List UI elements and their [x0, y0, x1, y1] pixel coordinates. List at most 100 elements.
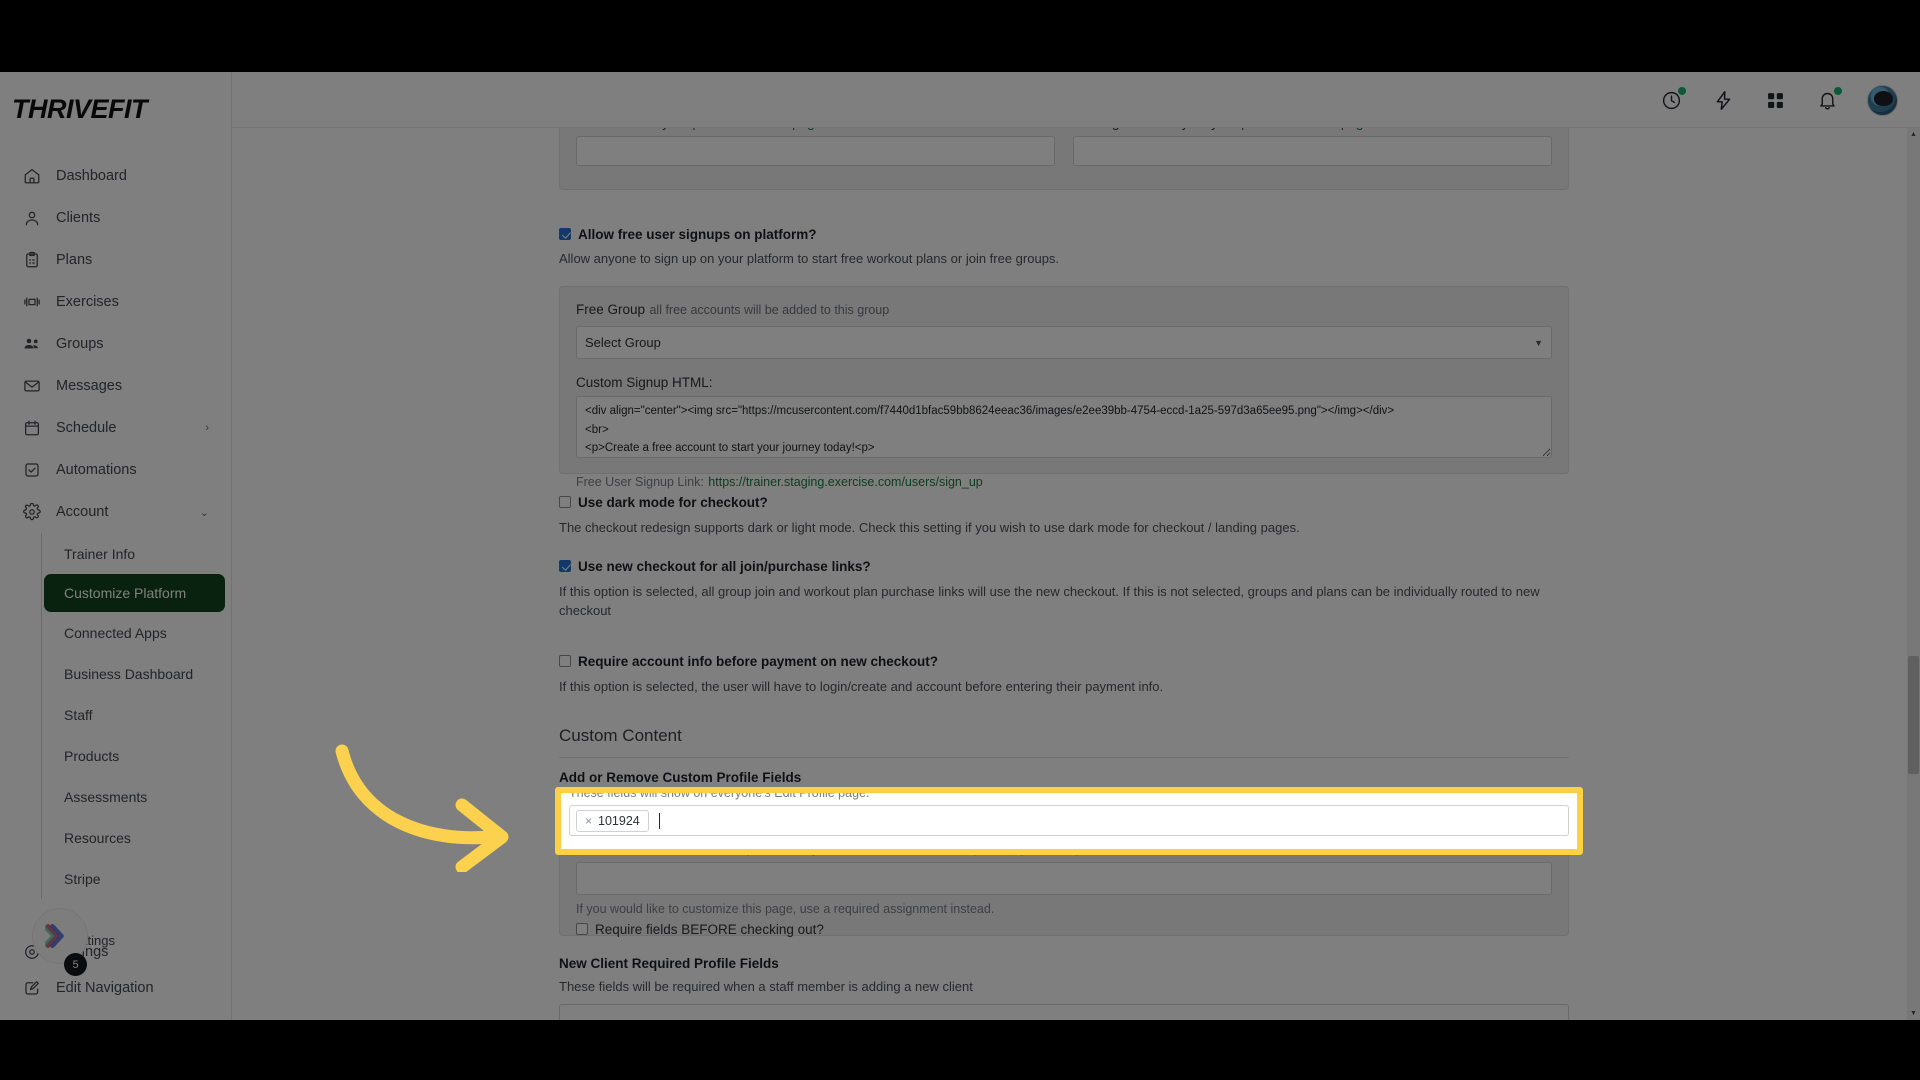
free-group-select[interactable]: [576, 326, 1552, 359]
free-group-sublabel: all free accounts will be added to this …: [649, 303, 890, 317]
require-account-block: Require account info before payment on n…: [559, 654, 1569, 697]
sidebar-item-label: Plans: [56, 252, 93, 268]
primary-nav: Dashboard Clients Plans Exercises Groups: [0, 155, 231, 899]
remove-tag-icon[interactable]: ×: [585, 814, 592, 828]
free-signup-link-url[interactable]: https://trainer.staging.exercise.com/use…: [708, 475, 982, 489]
sidebar-subitem-products[interactable]: Products: [42, 735, 231, 776]
sidebar-subitem-staff[interactable]: Staff: [42, 694, 231, 735]
add-tags-input[interactable]: [1073, 136, 1552, 166]
brand-logo[interactable]: THRIVEFIT: [0, 72, 231, 125]
free-signup-link-row: Free User Signup Link: https://trainer.s…: [576, 473, 1552, 491]
top-bar-actions: [1659, 72, 1898, 128]
sidebar-item-edit-navigation[interactable]: Edit Navigation: [0, 970, 231, 1006]
hide-filters-input[interactable]: [576, 136, 1055, 166]
lightning-bolt-icon[interactable]: [1711, 88, 1735, 112]
add-tags-label-pre: Add tags to filter by on your: [1073, 128, 1241, 130]
dark-mode-checkbox-row[interactable]: Use dark mode for checkout?: [559, 495, 1569, 510]
profile-field-tag-label: 101924: [598, 813, 640, 828]
new-client-input[interactable]: [559, 1003, 1569, 1020]
sidebar-subitem-resources[interactable]: Resources: [42, 817, 231, 858]
hide-filters-label: Hide filters on your public exercises pa…: [576, 128, 1055, 130]
sidebar: THRIVEFIT Dashboard Clients Plans Exerci…: [0, 72, 232, 1020]
require-account-help: If this option is selected, the user wil…: [559, 679, 1164, 695]
apps-grid-icon[interactable]: [1763, 88, 1787, 112]
sidebar-subitem-label: Staff: [64, 706, 93, 723]
sidebar-item-schedule[interactable]: Schedule ›: [0, 407, 231, 449]
new-client-fields-block: New Client Required Profile Fields These…: [559, 956, 1569, 1020]
vertical-scrollbar[interactable]: ▲ ▼: [1907, 128, 1920, 1020]
gear-icon: [22, 503, 41, 522]
require-account-checkbox[interactable]: [559, 655, 571, 667]
free-group-panel: Free Group all free accounts will be add…: [559, 286, 1569, 489]
sidebar-item-label: Messages: [56, 378, 123, 394]
dark-mode-help: The checkout redesign supports dark or l…: [559, 520, 1300, 536]
chat-unread-badge[interactable]: 5: [64, 953, 87, 976]
sidebar-subitem-label: Resources: [64, 829, 131, 846]
custom-profile-fields-tag-input[interactable]: × 101924: [569, 805, 1569, 836]
dark-mode-checkbox[interactable]: [559, 496, 571, 508]
sidebar-subitem-customize-platform[interactable]: Customize Platform: [44, 574, 225, 612]
sidebar-item-groups[interactable]: Groups: [0, 323, 231, 365]
sidebar-subitem-connected-apps[interactable]: Connected Apps: [42, 612, 231, 653]
require-before-checkout-label: Require fields BEFORE checking out?: [595, 922, 824, 937]
bell-icon[interactable]: [1815, 87, 1842, 112]
sidebar-subitem-label: Business Dashboard: [64, 665, 194, 682]
clipboard-icon: [22, 251, 41, 270]
sidebar-item-clients[interactable]: Clients: [0, 197, 231, 239]
add-tags-label-post: .: [1371, 128, 1375, 130]
free-signups-block: Allow free user signups on platform? All…: [559, 227, 1569, 269]
free-signup-link-label: Free User Signup Link:: [576, 475, 704, 489]
free-signups-checkbox[interactable]: [559, 228, 571, 240]
public-exercises-link-1[interactable]: public exercises page: [692, 128, 822, 130]
sidebar-item-account[interactable]: Account ⌄: [0, 491, 231, 533]
application-window: THRIVEFIT Dashboard Clients Plans Exerci…: [0, 72, 1920, 1020]
free-group-label: Free Group: [576, 302, 646, 317]
sidebar-item-dashboard[interactable]: Dashboard: [0, 155, 231, 197]
sidebar-item-messages[interactable]: Messages: [0, 365, 231, 407]
chevron-down-icon: ⌄: [199, 506, 209, 519]
sidebar-item-plans[interactable]: Plans: [0, 239, 231, 281]
dumbbell-icon: [22, 293, 41, 312]
sidebar-item-exercises[interactable]: Exercises: [0, 281, 231, 323]
required-fields-input[interactable]: [576, 862, 1552, 895]
free-signups-checkbox-row[interactable]: Allow free user signups on platform?: [559, 227, 1569, 242]
sidebar-item-automations[interactable]: Automations: [0, 449, 231, 491]
sidebar-item-label: Groups: [56, 336, 104, 352]
require-before-checkout-checkbox[interactable]: [576, 923, 588, 935]
profile-field-tag[interactable]: × 101924: [576, 809, 649, 832]
pencil-square-icon: [22, 979, 41, 998]
custom-signup-html-textarea[interactable]: <div align="center"><img src="https://mc…: [576, 396, 1552, 458]
dark-mode-block: Use dark mode for checkout? The checkout…: [559, 495, 1569, 538]
sidebar-subitem-stripe[interactable]: Stripe: [42, 858, 231, 899]
required-assignment-help: If you would like to customize this page…: [576, 902, 995, 916]
hide-filters-label-pre: Hide filters on your: [576, 128, 692, 130]
account-subnav: Trainer Info Customize Platform Connecte…: [41, 533, 231, 899]
sidebar-subitem-assessments[interactable]: Assessments: [42, 776, 231, 817]
user-avatar[interactable]: [1867, 84, 1898, 116]
sidebar-subitem-business-dashboard[interactable]: Business Dashboard: [42, 653, 231, 694]
custom-signup-html-label: Custom Signup HTML:: [576, 375, 713, 390]
user-icon: [22, 209, 41, 228]
history-clock-icon[interactable]: [1659, 87, 1686, 112]
free-signups-label: Allow free user signups on platform?: [578, 227, 817, 242]
require-account-checkbox-row[interactable]: Require account info before payment on n…: [559, 654, 1569, 669]
sidebar-subitem-label: Customize Platform: [64, 585, 187, 601]
new-checkout-checkbox[interactable]: [559, 560, 571, 572]
highlight-clipped-help-strip: These fields will show on everyone's Edi…: [561, 793, 1577, 803]
brand-part1: THRIVE: [12, 94, 109, 124]
add-tags-field: Add tags to filter by on your public exe…: [1073, 128, 1552, 175]
sidebar-edit-navigation-label: Edit Navigation: [56, 980, 154, 996]
sidebar-item-label: Dashboard: [56, 168, 127, 184]
checkbox-icon: [22, 461, 41, 480]
scroll-up-arrow-icon[interactable]: ▲: [1907, 128, 1920, 141]
new-client-label: New Client Required Profile Fields: [559, 956, 779, 971]
sidebar-item-label: Schedule: [56, 420, 117, 436]
scroll-down-arrow-icon[interactable]: ▼: [1907, 1007, 1920, 1020]
sidebar-subitem-trainer-info[interactable]: Trainer Info: [42, 533, 231, 574]
new-checkout-block: Use new checkout for all join/purchase l…: [559, 559, 1569, 621]
require-before-checkout-row[interactable]: Require fields BEFORE checking out?: [576, 922, 1552, 937]
new-checkout-checkbox-row[interactable]: Use new checkout for all join/purchase l…: [559, 559, 1569, 574]
home-icon: [22, 167, 41, 186]
scrollbar-thumb[interactable]: [1908, 656, 1919, 774]
public-exercises-link-2[interactable]: public exercises page: [1241, 128, 1371, 130]
